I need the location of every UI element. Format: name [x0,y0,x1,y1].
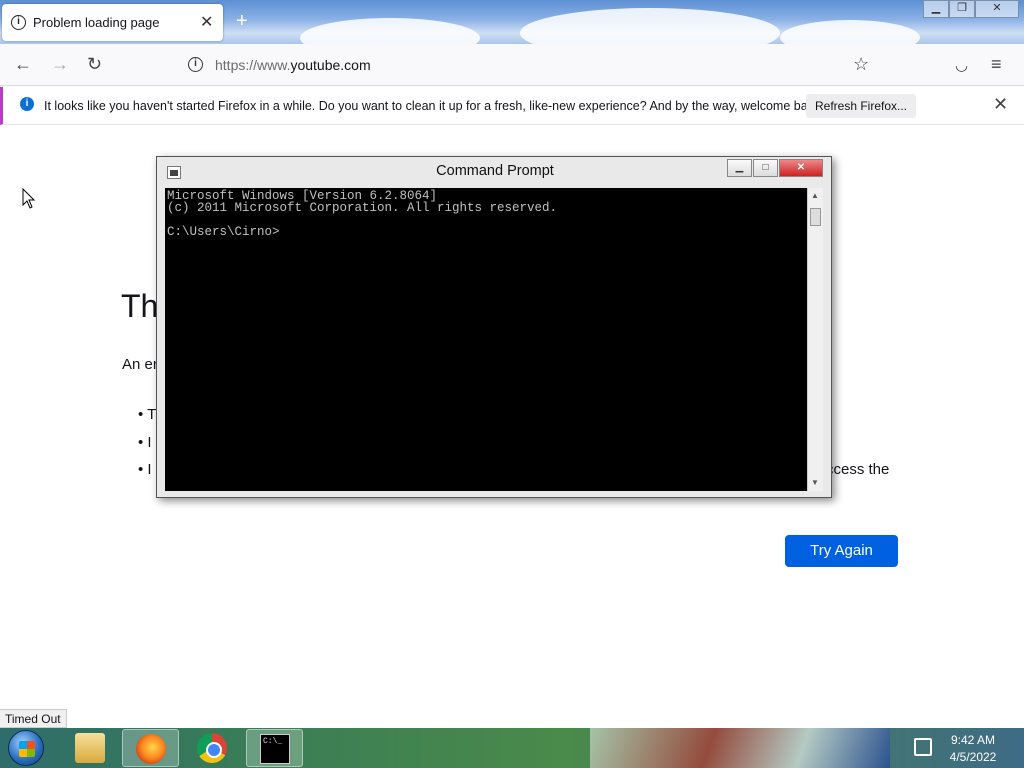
taskbar-command-prompt[interactable]: C:\_ [246,729,303,767]
refresh-notification-bar: i It looks like you haven't started Fire… [0,87,1024,125]
minimize-button[interactable]: ▁ [923,0,949,18]
back-arrow-icon[interactable]: ← [14,54,32,75]
console-output[interactable]: Microsoft Windows [Version 6.2.8064] (c) … [165,188,807,491]
list-item: • T [138,406,157,423]
status-bar: Timed Out [0,709,67,728]
chrome-icon [197,733,227,763]
taskbar: C:\_ 9:42 AM 4/5/2022 [0,728,1024,768]
close-notification-icon[interactable]: ✕ [993,94,1008,115]
sky-background [300,18,480,44]
folder-icon [75,733,105,763]
url-text[interactable]: https://www.youtube.com [215,57,371,73]
taskbar-firefox[interactable] [122,729,179,767]
console-prompt: C:\Users\Cirno> [167,225,280,239]
error-description: An er [122,356,158,373]
menu-hamburger-icon[interactable]: ≡ [991,54,1002,75]
reload-icon[interactable]: ↻ [87,54,102,75]
restore-button[interactable]: ❐ [949,0,975,18]
close-window-button[interactable]: ✕ [779,159,823,177]
sky-background [780,20,920,44]
wallpaper-decoration [590,728,890,768]
notification-message: It looks like you haven't started Firefo… [44,99,824,113]
pocket-icon[interactable]: ◡ [955,56,968,74]
error-heading: Th [121,288,159,324]
try-again-button[interactable]: Try Again [785,535,898,567]
browser-tab[interactable]: i Problem loading page ✕ [2,4,223,41]
mouse-cursor-icon [22,188,36,209]
maximize-button[interactable]: □ [753,159,778,177]
vertical-scrollbar[interactable]: ▲ ▼ [807,188,823,491]
taskbar-file-explorer[interactable] [62,729,119,767]
clock-date[interactable]: 4/5/2022 [946,750,1000,764]
bookmark-star-icon[interactable]: ☆ [853,54,869,75]
scrollbar-thumb[interactable] [810,208,821,226]
address-bar[interactable]: i https://www.youtube.com [180,50,880,80]
command-prompt-icon: C:\_ [260,734,290,764]
network-icon[interactable] [914,738,932,756]
list-item-overflow-text: ccess the [826,461,890,478]
list-item: • I [138,434,152,451]
console-line: (c) 2011 Microsoft Corporation. All righ… [167,201,558,215]
site-info-icon[interactable]: i [188,57,203,72]
taskbar-chrome[interactable] [184,729,241,767]
scroll-up-icon[interactable]: ▲ [811,191,819,200]
refresh-firefox-button[interactable]: Refresh Firefox... [806,94,916,118]
command-prompt-window[interactable]: Command Prompt ▁ □ ✕ Microsoft Windows [… [156,156,832,498]
minimize-button[interactable]: ▁ [727,159,752,177]
info-icon: i [11,15,26,30]
forward-arrow-icon[interactable]: → [51,54,69,75]
list-item: • I [138,461,152,478]
tab-title: Problem loading page [33,15,160,30]
close-tab-icon[interactable]: ✕ [200,12,213,32]
navigation-toolbar: ← → ↻ i https://www.youtube.com ☆ ◡ ≡ [0,44,1024,86]
close-window-button[interactable]: ✕ [975,0,1019,18]
clock-time[interactable]: 9:42 AM [946,733,1000,747]
url-prefix: https://www. [215,57,291,73]
new-tab-icon[interactable]: + [236,10,248,33]
firefox-icon [136,734,166,764]
windows-logo-icon [19,741,35,757]
sky-background [520,8,780,44]
url-domain: youtube.com [290,57,371,73]
info-icon: i [20,97,34,111]
start-button[interactable] [8,730,44,766]
browser-titlebar: i Problem loading page ✕ + ▁ ❐ ✕ [0,0,1024,44]
scroll-down-icon[interactable]: ▼ [811,478,819,487]
